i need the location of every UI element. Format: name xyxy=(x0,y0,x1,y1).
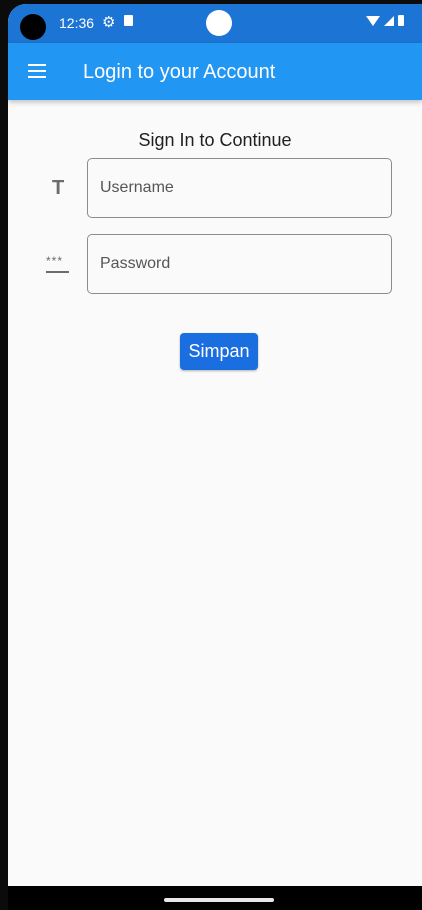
camera-notch-icon xyxy=(206,10,232,36)
password-field-container xyxy=(87,234,392,294)
settings-notification-icon: ⚙ xyxy=(102,14,116,31)
username-field-container xyxy=(87,158,392,218)
device-frame: 12:36 ⚙ Login to your Account Sign In to… xyxy=(0,0,422,910)
home-gesture-handle[interactable] xyxy=(164,898,274,902)
page-title: Login to your Account xyxy=(83,61,276,83)
form-heading: Sign In to Continue xyxy=(138,130,292,150)
status-time: 12:36 xyxy=(59,15,95,31)
password-icon-underline xyxy=(46,271,69,273)
sd-card-icon xyxy=(124,15,133,26)
username-input[interactable] xyxy=(88,159,391,217)
battery-icon xyxy=(398,15,404,26)
signal-icon xyxy=(384,15,394,26)
password-input[interactable] xyxy=(88,235,391,293)
password-icon: *** xyxy=(46,254,69,273)
submit-button[interactable]: Simpan xyxy=(180,333,258,370)
text-format-icon: T xyxy=(52,177,65,199)
navigation-bar xyxy=(8,886,422,910)
system-icons xyxy=(366,15,404,26)
wifi-icon xyxy=(366,15,380,26)
front-camera-icon xyxy=(20,14,46,40)
status-bar: 12:36 ⚙ xyxy=(8,4,422,43)
app-bar: Login to your Account xyxy=(8,43,422,100)
password-icon-stars: *** xyxy=(46,254,64,268)
app-screen: 12:36 ⚙ Login to your Account Sign In to… xyxy=(8,4,422,910)
menu-icon[interactable] xyxy=(28,64,46,78)
